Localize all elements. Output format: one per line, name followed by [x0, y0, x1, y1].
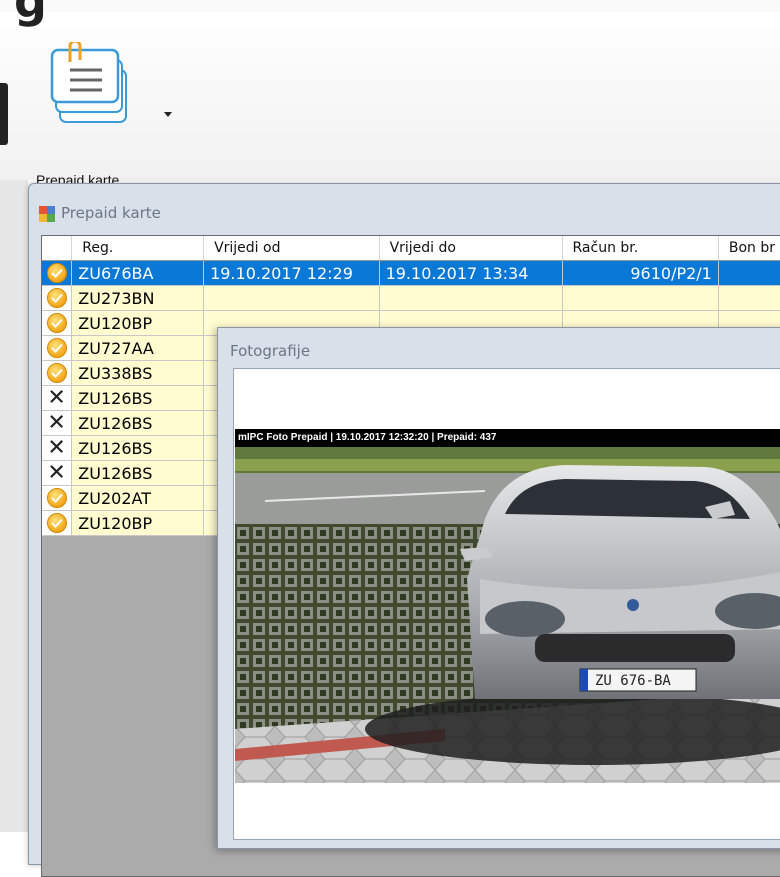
cell-reg[interactable]: ZU727AA: [71, 335, 205, 361]
prepaid-card-icon: [50, 42, 127, 123]
cancelled-status-icon: ✕: [47, 410, 66, 436]
form-window-icon: [39, 206, 55, 222]
cell-reg[interactable]: ZU126BS: [71, 385, 205, 411]
top-strip: [0, 0, 780, 12]
cell-voucher[interactable]: [718, 260, 780, 286]
row-status-cell[interactable]: [42, 510, 73, 536]
row-status-cell[interactable]: ✕: [42, 410, 73, 436]
cell-reg[interactable]: ZU126BS: [71, 435, 205, 461]
ribbon-toolbar: Prepaid karte: [0, 28, 780, 188]
cell-invoice[interactable]: [562, 285, 719, 311]
cancelled-status-icon: ✕: [47, 460, 66, 486]
table-row[interactable]: ZU273BN: [42, 285, 780, 311]
check-status-icon: [46, 313, 67, 334]
row-status-cell[interactable]: [42, 310, 73, 336]
cell-reg[interactable]: ZU126BS: [71, 410, 205, 436]
page-title-fragment: g: [14, 0, 47, 28]
cell-reg[interactable]: ZU120BP: [71, 510, 205, 536]
check-status-icon: [46, 488, 67, 509]
cell-reg[interactable]: ZU202AT: [71, 485, 205, 511]
window-title: Prepaid karte: [61, 204, 161, 222]
check-status-icon: [46, 363, 67, 384]
table-row[interactable]: ZU676BA 19.10.2017 12:29 19.10.2017 13:34 9…: [42, 260, 780, 286]
row-status-cell[interactable]: [42, 285, 73, 311]
row-header-corner: [42, 236, 73, 261]
row-status-cell[interactable]: ✕: [42, 460, 73, 486]
cell-reg[interactable]: ZU676BA: [71, 260, 205, 286]
ribbon-edge-control: [0, 83, 8, 145]
cell-valid-to[interactable]: 19.10.2017 13:34: [379, 260, 563, 286]
row-status-cell[interactable]: [42, 485, 73, 511]
cancelled-status-icon: ✕: [47, 435, 66, 461]
cancelled-status-icon: ✕: [47, 385, 66, 411]
check-status-icon: [46, 288, 67, 309]
cell-valid-from[interactable]: 19.10.2017 12:29: [203, 260, 380, 286]
cell-valid-to[interactable]: [379, 285, 563, 311]
column-header-voucher[interactable]: Bon br: [718, 236, 780, 261]
row-status-cell[interactable]: ✕: [42, 435, 73, 461]
cell-reg[interactable]: ZU338BS: [71, 360, 205, 386]
row-status-cell[interactable]: ✕: [42, 385, 73, 411]
photos-dialog: Fotografije mIPC Foto Prepaid | 19.10.20…: [217, 327, 780, 849]
column-header-valid-from[interactable]: Vrijedi od: [203, 236, 380, 261]
cell-reg[interactable]: ZU120BP: [71, 310, 205, 336]
table-header-row: Reg. Vrijedi od Vrijedi do Račun br. Bon…: [42, 236, 780, 261]
cell-invoice[interactable]: 9610/P2/1: [562, 260, 719, 286]
window-titlebar[interactable]: Prepaid karte: [29, 184, 780, 222]
vehicle-photo-image: ZU 676-BA: [235, 447, 780, 783]
photos-dialog-title[interactable]: Fotografije: [230, 342, 310, 360]
check-status-icon: [46, 263, 67, 284]
check-status-icon: [46, 513, 67, 534]
prepaid-cards-button[interactable]: Prepaid karte: [36, 42, 176, 192]
vehicle-photo[interactable]: mIPC Foto Prepaid | 19.10.2017 12:32:20 …: [235, 429, 780, 783]
column-header-reg[interactable]: Reg.: [71, 236, 205, 261]
left-gutter: [0, 180, 28, 832]
column-header-valid-to[interactable]: Vrijedi do: [379, 236, 563, 261]
row-status-cell[interactable]: [42, 260, 73, 286]
row-status-cell[interactable]: [42, 360, 73, 386]
column-header-invoice[interactable]: Račun br.: [562, 236, 719, 261]
cell-voucher[interactable]: [718, 285, 780, 311]
license-plate-text: ZU 676-BA: [595, 673, 671, 689]
cell-reg[interactable]: ZU126BS: [71, 460, 205, 486]
chevron-down-icon[interactable]: [162, 108, 174, 120]
row-status-cell[interactable]: [42, 335, 73, 361]
cell-valid-from[interactable]: [203, 285, 380, 311]
cell-reg[interactable]: ZU273BN: [71, 285, 205, 311]
photo-panel: mIPC Foto Prepaid | 19.10.2017 12:32:20 …: [233, 368, 780, 840]
check-status-icon: [46, 338, 67, 359]
photo-caption: mIPC Foto Prepaid | 19.10.2017 12:32:20 …: [235, 429, 780, 447]
